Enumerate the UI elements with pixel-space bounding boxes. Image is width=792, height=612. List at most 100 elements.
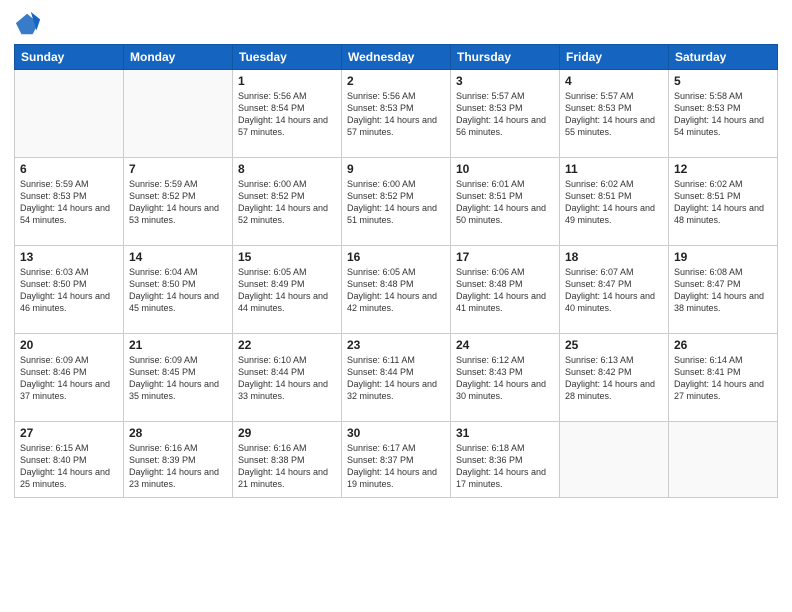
calendar-cell [15,70,124,158]
day-info: Sunrise: 6:09 AMSunset: 8:46 PMDaylight:… [20,354,118,403]
calendar-cell: 1 Sunrise: 5:56 AMSunset: 8:54 PMDaylight… [233,70,342,158]
day-number: 5 [674,74,772,88]
calendar-week-1: 1 Sunrise: 5:56 AMSunset: 8:54 PMDaylight… [15,70,778,158]
calendar-cell: 30 Sunrise: 6:17 AMSunset: 8:37 PMDayligh… [342,422,451,498]
day-info: Sunrise: 5:57 AMSunset: 8:53 PMDaylight:… [456,90,554,139]
day-number: 14 [129,250,227,264]
day-info: Sunrise: 5:56 AMSunset: 8:53 PMDaylight:… [347,90,445,139]
day-number: 9 [347,162,445,176]
day-number: 7 [129,162,227,176]
day-number: 29 [238,426,336,440]
day-info: Sunrise: 6:05 AMSunset: 8:49 PMDaylight:… [238,266,336,315]
day-number: 21 [129,338,227,352]
calendar-header-tuesday: Tuesday [233,45,342,70]
calendar-cell: 10 Sunrise: 6:01 AMSunset: 8:51 PMDayligh… [451,158,560,246]
calendar-header-row: SundayMondayTuesdayWednesdayThursdayFrid… [15,45,778,70]
calendar-cell: 23 Sunrise: 6:11 AMSunset: 8:44 PMDayligh… [342,334,451,422]
day-info: Sunrise: 6:09 AMSunset: 8:45 PMDaylight:… [129,354,227,403]
day-info: Sunrise: 5:58 AMSunset: 8:53 PMDaylight:… [674,90,772,139]
day-number: 16 [347,250,445,264]
day-info: Sunrise: 6:01 AMSunset: 8:51 PMDaylight:… [456,178,554,227]
calendar-cell: 7 Sunrise: 5:59 AMSunset: 8:52 PMDaylight… [124,158,233,246]
day-number: 12 [674,162,772,176]
day-number: 15 [238,250,336,264]
day-info: Sunrise: 6:17 AMSunset: 8:37 PMDaylight:… [347,442,445,491]
page: SundayMondayTuesdayWednesdayThursdayFrid… [0,0,792,612]
day-info: Sunrise: 6:18 AMSunset: 8:36 PMDaylight:… [456,442,554,491]
logo [14,10,46,38]
calendar-week-3: 13 Sunrise: 6:03 AMSunset: 8:50 PMDayligh… [15,246,778,334]
day-number: 19 [674,250,772,264]
day-info: Sunrise: 6:03 AMSunset: 8:50 PMDaylight:… [20,266,118,315]
day-info: Sunrise: 6:16 AMSunset: 8:39 PMDaylight:… [129,442,227,491]
calendar-cell: 28 Sunrise: 6:16 AMSunset: 8:39 PMDayligh… [124,422,233,498]
calendar-header-thursday: Thursday [451,45,560,70]
calendar-cell: 5 Sunrise: 5:58 AMSunset: 8:53 PMDaylight… [669,70,778,158]
calendar-cell: 2 Sunrise: 5:56 AMSunset: 8:53 PMDaylight… [342,70,451,158]
calendar-cell: 6 Sunrise: 5:59 AMSunset: 8:53 PMDaylight… [15,158,124,246]
calendar-cell: 12 Sunrise: 6:02 AMSunset: 8:51 PMDayligh… [669,158,778,246]
day-info: Sunrise: 6:04 AMSunset: 8:50 PMDaylight:… [129,266,227,315]
calendar-cell: 11 Sunrise: 6:02 AMSunset: 8:51 PMDayligh… [560,158,669,246]
day-number: 23 [347,338,445,352]
day-number: 22 [238,338,336,352]
logo-icon [14,10,42,38]
day-number: 11 [565,162,663,176]
calendar-header-wednesday: Wednesday [342,45,451,70]
calendar-cell: 8Sunrise: 6:00 AMSunset: 8:52 PMDaylight… [233,158,342,246]
calendar-cell: 22 Sunrise: 6:10 AMSunset: 8:44 PMDayligh… [233,334,342,422]
calendar-cell: 15 Sunrise: 6:05 AMSunset: 8:49 PMDayligh… [233,246,342,334]
day-info: Sunrise: 6:14 AMSunset: 8:41 PMDaylight:… [674,354,772,403]
day-number: 13 [20,250,118,264]
calendar-cell: 24 Sunrise: 6:12 AMSunset: 8:43 PMDayligh… [451,334,560,422]
day-info: Sunrise: 6:11 AMSunset: 8:44 PMDaylight:… [347,354,445,403]
day-number: 27 [20,426,118,440]
day-number: 17 [456,250,554,264]
day-info: Sunrise: 5:59 AMSunset: 8:52 PMDaylight:… [129,178,227,227]
day-info: Sunrise: 6:10 AMSunset: 8:44 PMDaylight:… [238,354,336,403]
calendar-header-monday: Monday [124,45,233,70]
day-info: Sunrise: 6:15 AMSunset: 8:40 PMDaylight:… [20,442,118,491]
calendar-cell: 9 Sunrise: 6:00 AMSunset: 8:52 PMDaylight… [342,158,451,246]
day-number: 2 [347,74,445,88]
calendar-cell [124,70,233,158]
day-number: 1 [238,74,336,88]
day-info: Sunrise: 6:02 AMSunset: 8:51 PMDaylight:… [674,178,772,227]
calendar-cell [560,422,669,498]
calendar-cell: 19 Sunrise: 6:08 AMSunset: 8:47 PMDayligh… [669,246,778,334]
day-info: Sunrise: 5:59 AMSunset: 8:53 PMDaylight:… [20,178,118,227]
day-info: Sunrise: 6:07 AMSunset: 8:47 PMDaylight:… [565,266,663,315]
day-number: 18 [565,250,663,264]
calendar-cell: 20Sunrise: 6:09 AMSunset: 8:46 PMDayligh… [15,334,124,422]
day-info: Sunrise: 5:56 AMSunset: 8:54 PMDaylight:… [238,90,336,139]
day-info: Sunrise: 6:06 AMSunset: 8:48 PMDaylight:… [456,266,554,315]
day-info: Sunrise: 6:00 AMSunset: 8:52 PMDaylight:… [347,178,445,227]
day-info: Sunrise: 6:12 AMSunset: 8:43 PMDaylight:… [456,354,554,403]
day-number: 8 [238,162,336,176]
calendar-week-2: 6 Sunrise: 5:59 AMSunset: 8:53 PMDaylight… [15,158,778,246]
day-info: Sunrise: 6:13 AMSunset: 8:42 PMDaylight:… [565,354,663,403]
calendar-table: SundayMondayTuesdayWednesdayThursdayFrid… [14,44,778,498]
calendar-cell: 13 Sunrise: 6:03 AMSunset: 8:50 PMDayligh… [15,246,124,334]
calendar-cell: 27 Sunrise: 6:15 AMSunset: 8:40 PMDayligh… [15,422,124,498]
day-number: 3 [456,74,554,88]
day-number: 30 [347,426,445,440]
day-info: Sunrise: 6:05 AMSunset: 8:48 PMDaylight:… [347,266,445,315]
calendar-cell: 17 Sunrise: 6:06 AMSunset: 8:48 PMDayligh… [451,246,560,334]
calendar-cell: 4Sunrise: 5:57 AMSunset: 8:53 PMDaylight… [560,70,669,158]
calendar-cell: 31Sunrise: 6:18 AMSunset: 8:36 PMDayligh… [451,422,560,498]
day-number: 24 [456,338,554,352]
calendar-cell: 3 Sunrise: 5:57 AMSunset: 8:53 PMDaylight… [451,70,560,158]
day-info: Sunrise: 6:02 AMSunset: 8:51 PMDaylight:… [565,178,663,227]
day-number: 6 [20,162,118,176]
day-number: 28 [129,426,227,440]
day-info: Sunrise: 6:16 AMSunset: 8:38 PMDaylight:… [238,442,336,491]
calendar-cell [669,422,778,498]
calendar-week-5: 27 Sunrise: 6:15 AMSunset: 8:40 PMDayligh… [15,422,778,498]
calendar-header-sunday: Sunday [15,45,124,70]
header [14,10,778,38]
day-info: Sunrise: 6:08 AMSunset: 8:47 PMDaylight:… [674,266,772,315]
day-number: 10 [456,162,554,176]
calendar-cell: 25Sunrise: 6:13 AMSunset: 8:42 PMDayligh… [560,334,669,422]
day-number: 26 [674,338,772,352]
